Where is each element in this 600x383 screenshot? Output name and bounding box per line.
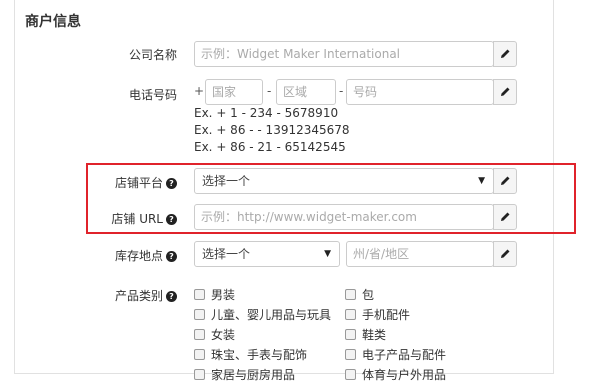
phone-area-input[interactable]: 区域 [276,79,336,105]
checkbox[interactable] [194,329,205,340]
company-name-label: 公司名称 [128,48,177,62]
caret-down-icon: ▼ [324,249,331,259]
category-checkbox[interactable]: 女装 [194,326,235,343]
checkbox[interactable] [345,309,356,320]
pencil-icon [501,87,510,96]
company-name-edit-button[interactable] [493,41,517,67]
store-url-label: 店铺 URL? [111,210,177,227]
phone-number-input[interactable]: 号码 [346,79,494,105]
question-circle-icon[interactable]: ? [166,251,177,262]
question-circle-icon[interactable]: ? [166,178,177,189]
category-checkbox[interactable]: 体育与户外用品 [345,366,446,383]
store-platform-edit-button[interactable] [493,168,517,194]
checkbox[interactable] [194,349,205,360]
category-checkbox[interactable]: 鞋类 [345,326,386,343]
category-checkbox[interactable]: 家居与厨房用品 [194,366,295,383]
section-title: 商户信息 [25,14,81,30]
phone-country-input[interactable]: 国家 [205,79,263,105]
inventory-edit-button[interactable] [493,241,517,267]
question-circle-icon[interactable]: ? [166,291,177,302]
checkbox[interactable] [345,329,356,340]
category-checkbox[interactable]: 珠宝、手表与配饰 [194,346,307,363]
phone-plus: + [194,84,205,98]
store-platform-label: 店铺平台? [115,174,177,191]
caret-down-icon: ▼ [478,176,485,186]
phone-example: Ex. + 86 - 21 - 65142545 [194,140,346,154]
pencil-icon [501,249,510,258]
phone-edit-button[interactable] [493,79,517,105]
phone-label: 电话号码 [128,88,177,102]
category-checkbox[interactable]: 儿童、婴儿用品与玩具 [194,306,331,323]
checkbox[interactable] [345,349,356,360]
question-circle-icon[interactable]: ? [166,214,177,225]
product-category-label: 产品类别? [115,287,177,304]
category-checkbox[interactable]: 男装 [194,286,235,303]
phone-example: Ex. + 1 - 234 - 5678910 [194,106,339,120]
category-checkbox[interactable]: 手机配件 [345,306,410,323]
store-url-input[interactable]: 示例：http://www.widget-maker.com [194,204,494,230]
checkbox[interactable] [345,369,356,380]
phone-example: Ex. + 86 - - 13912345678 [194,123,350,137]
phone-dash: - [267,84,272,98]
category-checkbox[interactable]: 包 [345,286,374,303]
inventory-location-label: 库存地点? [115,247,177,264]
category-checkbox[interactable]: 电子产品与配件 [345,346,446,363]
checkbox[interactable] [345,289,356,300]
pencil-icon [501,176,510,185]
checkbox[interactable] [194,309,205,320]
checkbox[interactable] [194,289,205,300]
store-platform-select[interactable]: 选择一个 ▼ [194,168,494,194]
checkbox[interactable] [194,369,205,380]
store-url-edit-button[interactable] [493,204,517,230]
company-name-input[interactable]: 示例：Widget Maker International [194,41,494,67]
pencil-icon [501,49,510,58]
pencil-icon [501,212,510,221]
region-input[interactable]: 州/省/地区 [346,241,494,267]
phone-dash: - [339,84,344,98]
inventory-location-select[interactable]: 选择一个 ▼ [194,241,340,267]
